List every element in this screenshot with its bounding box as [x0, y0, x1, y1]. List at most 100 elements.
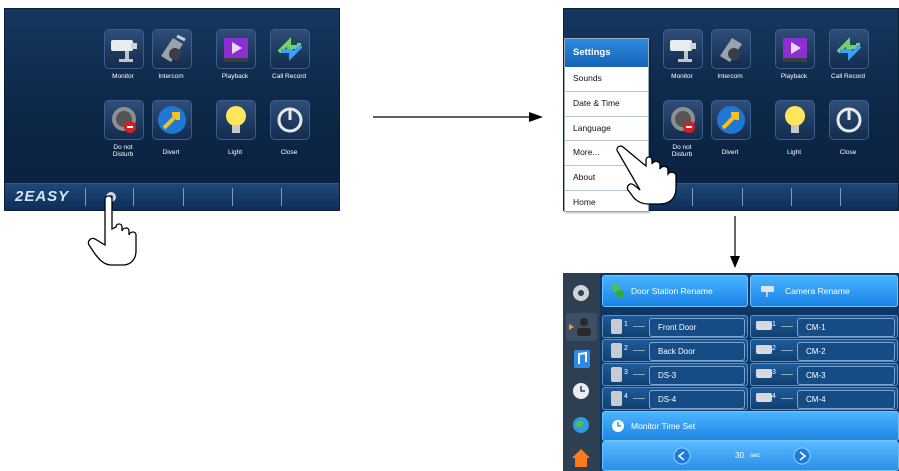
- increase-button[interactable]: [793, 447, 811, 465]
- side-nav-clock[interactable]: [566, 377, 597, 405]
- light-bulb-icon: [226, 106, 246, 133]
- camera-icon: [756, 345, 772, 354]
- camera-row[interactable]: 4 CM-4: [750, 387, 898, 410]
- side-nav-music[interactable]: [566, 345, 597, 373]
- camera-row[interactable]: 1 CM-1: [750, 315, 898, 338]
- hand-pointer-icon: [616, 145, 677, 205]
- camera-name-field[interactable]: CM-2: [797, 342, 895, 361]
- intercom-label: Intercom: [717, 73, 743, 80]
- close-tile[interactable]: [270, 100, 310, 140]
- do-not-disturb-tile[interactable]: [104, 100, 144, 140]
- door-name-field[interactable]: DS-4: [649, 390, 745, 409]
- camera-name-field[interactable]: CM-1: [797, 318, 895, 337]
- camera-row[interactable]: 2 CM-2: [750, 339, 898, 362]
- divert-tile[interactable]: [711, 100, 751, 140]
- divert-label: Divert: [162, 149, 180, 156]
- side-nav: [563, 273, 600, 471]
- menu-item-sounds[interactable]: Sounds: [565, 67, 648, 92]
- camera-number: 2: [772, 345, 776, 352]
- clock-icon: [612, 420, 624, 432]
- door-station-row[interactable]: 2 Back Door: [602, 339, 748, 362]
- door-number: 4: [624, 393, 628, 400]
- intercom-label: Intercom: [158, 73, 184, 80]
- monitor-time-header: Monitor Time Set: [602, 411, 899, 441]
- divider: [281, 188, 282, 206]
- playback-film-icon: [783, 38, 807, 62]
- camera-row[interactable]: 3 CM-3: [750, 363, 898, 386]
- camera-number: 4: [772, 393, 776, 400]
- divert-arrow-icon: [717, 106, 745, 134]
- user-icon: [569, 318, 591, 336]
- camera-number: 1: [772, 321, 776, 328]
- door-station-icon: [611, 367, 622, 382]
- playback-film-icon: [224, 38, 248, 62]
- power-icon: [836, 107, 862, 133]
- divider: [781, 326, 793, 327]
- intercom-handset-icon: [720, 38, 742, 62]
- door-station-row[interactable]: 4 DS-4: [602, 387, 748, 410]
- playback-tile[interactable]: [216, 29, 256, 69]
- music-note-icon: [574, 350, 590, 368]
- side-nav-home[interactable]: [566, 443, 597, 471]
- camera-rename-header: Camera Rename: [750, 275, 898, 307]
- door-station-icon: [611, 343, 622, 358]
- divert-tile[interactable]: [152, 100, 192, 140]
- camera-rename-label: Camera Rename: [785, 286, 850, 296]
- door-station-rename-label: Door Station Rename: [631, 286, 713, 296]
- intercom-tile[interactable]: [152, 29, 192, 69]
- door-name-field[interactable]: Back Door: [649, 342, 745, 361]
- monitor-time-control: 30 sec: [602, 441, 899, 471]
- close-label: Close: [280, 149, 298, 156]
- door-number: 1: [624, 321, 628, 328]
- camera-number: 3: [772, 369, 776, 376]
- door-station-row[interactable]: 3 DS-3: [602, 363, 748, 386]
- close-tile[interactable]: [829, 100, 869, 140]
- camera-icon: [756, 393, 772, 402]
- do-not-disturb-tile[interactable]: [663, 100, 703, 140]
- menu-item-language[interactable]: Language: [565, 117, 648, 142]
- door-station-icon: [612, 284, 624, 298]
- camera-icon: [756, 369, 772, 378]
- playback-tile[interactable]: [775, 29, 815, 69]
- divider: [742, 188, 743, 206]
- door-number: 2: [624, 345, 628, 352]
- door-name-field[interactable]: Front Door: [649, 318, 745, 337]
- side-nav-globe[interactable]: [566, 411, 597, 439]
- gear-icon: [573, 285, 589, 301]
- call-record-tile[interactable]: [270, 29, 310, 69]
- clock-icon: [573, 383, 589, 399]
- divider: [633, 398, 645, 399]
- camera-name-field[interactable]: CM-4: [797, 390, 895, 409]
- door-station-icon: [611, 391, 622, 406]
- divert-label: Divert: [721, 149, 739, 156]
- intercom-tile[interactable]: [711, 29, 751, 69]
- call-record-arrows-icon: [277, 37, 303, 61]
- divider: [840, 188, 841, 206]
- divider: [633, 350, 645, 351]
- door-name-field[interactable]: DS-3: [649, 366, 745, 385]
- bottom-bar: 2EASY: [5, 183, 339, 210]
- monitor-time-unit: sec: [750, 452, 761, 459]
- camera-name-field[interactable]: CM-3: [797, 366, 895, 385]
- monitor-time-value: 30: [735, 451, 744, 460]
- settings-menu-title: Settings: [565, 39, 648, 67]
- call-record-tile[interactable]: [829, 29, 869, 69]
- side-nav-settings[interactable]: [566, 279, 597, 307]
- flow-arrow-right: [373, 112, 543, 122]
- divider: [232, 188, 233, 206]
- decrease-button[interactable]: [673, 447, 691, 465]
- light-tile[interactable]: [216, 100, 256, 140]
- cctv-camera-icon: [670, 40, 696, 62]
- light-label: Light: [227, 149, 243, 156]
- monitor-tile[interactable]: [663, 29, 703, 69]
- light-tile[interactable]: [775, 100, 815, 140]
- divider: [781, 350, 793, 351]
- door-station-icon: [611, 319, 622, 334]
- door-station-row[interactable]: 1 Front Door: [602, 315, 748, 338]
- menu-item-date-time[interactable]: Date & Time: [565, 92, 648, 117]
- monitor-tile[interactable]: [104, 29, 144, 69]
- light-label: Light: [786, 149, 802, 156]
- flow-arrow-down: [730, 216, 740, 268]
- playback-label: Playback: [780, 73, 808, 80]
- side-nav-user[interactable]: [566, 313, 597, 341]
